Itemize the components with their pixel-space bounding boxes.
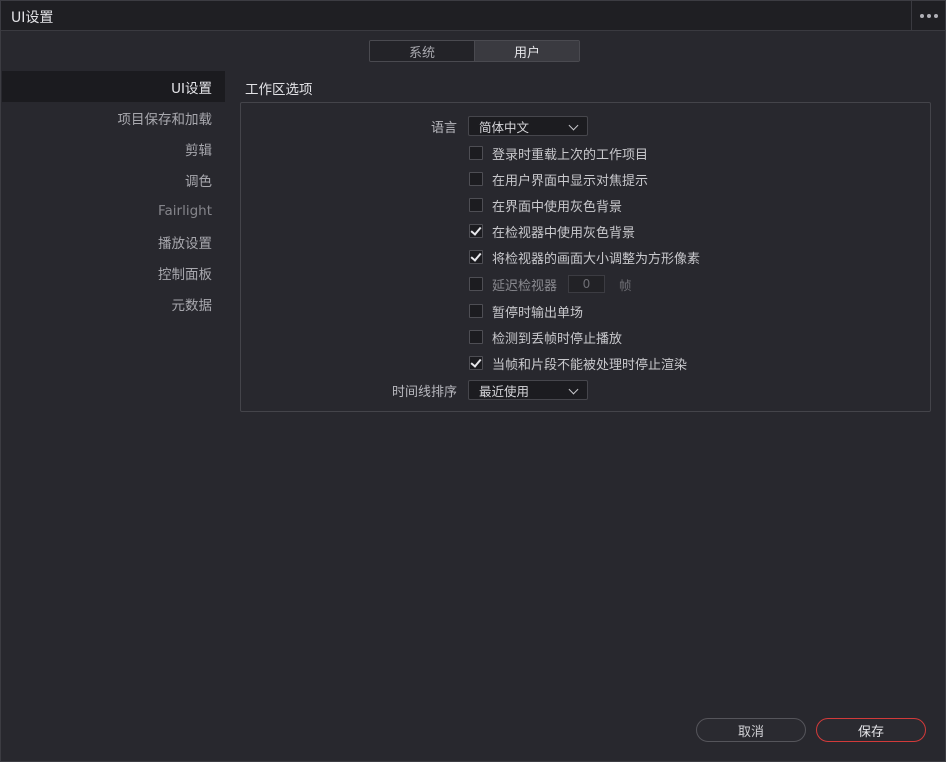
language-label: 语言 bbox=[430, 120, 457, 136]
save-button[interactable]: 保存 bbox=[816, 718, 926, 742]
option-label: 在检视器中使用灰色背景 bbox=[492, 225, 636, 241]
option-row: 暂停时输出单场 bbox=[241, 300, 930, 322]
option-checkbox[interactable] bbox=[469, 146, 483, 160]
option-row: 在用户界面中显示对焦提示 bbox=[241, 168, 930, 190]
chevron-down-icon bbox=[568, 384, 579, 395]
option-label: 暂停时输出单场 bbox=[492, 305, 584, 321]
option-row: 在检视器中使用灰色背景 bbox=[241, 220, 930, 242]
option-label: 当帧和片段不能被处理时停止渲染 bbox=[492, 357, 688, 373]
option-row: 登录时重载上次的工作项目 bbox=[241, 142, 930, 164]
option-label: 在界面中使用灰色背景 bbox=[492, 199, 623, 215]
settings-tab-switcher: 系统 用户 bbox=[369, 40, 580, 62]
sidebar-item-metadata[interactable]: 元数据 bbox=[2, 288, 225, 319]
option-checkbox[interactable] bbox=[469, 304, 483, 318]
option-checkbox[interactable] bbox=[469, 224, 483, 238]
chevron-down-icon bbox=[568, 120, 579, 131]
option-row-delay-viewer: 延迟检视器 0 帧 bbox=[241, 273, 930, 295]
option-row: 当帧和片段不能被处理时停止渲染 bbox=[241, 352, 930, 374]
sidebar-item-project-save-load[interactable]: 项目保存和加载 bbox=[2, 102, 225, 133]
option-checkbox[interactable] bbox=[469, 172, 483, 186]
option-row: 检测到丢帧时停止播放 bbox=[241, 326, 930, 348]
language-row: 语言 简体中文 bbox=[241, 115, 930, 137]
sidebar-item-ui-settings[interactable]: UI设置 bbox=[2, 71, 225, 102]
option-label: 检测到丢帧时停止播放 bbox=[492, 331, 623, 347]
workspace-section-title: 工作区选项 bbox=[245, 82, 313, 98]
timeline-sort-value: 最近使用 bbox=[479, 383, 530, 399]
option-row: 在界面中使用灰色背景 bbox=[241, 194, 930, 216]
frames-unit-label: 帧 bbox=[619, 277, 632, 293]
cancel-button[interactable]: 取消 bbox=[696, 718, 806, 742]
option-label: 在用户界面中显示对焦提示 bbox=[492, 173, 649, 189]
language-value: 简体中文 bbox=[479, 119, 530, 135]
settings-sidebar: UI设置 项目保存和加载 剪辑 调色 Fairlight 播放设置 控制面板 元… bbox=[2, 71, 225, 319]
ui-settings-window: UI设置 系统 用户 UI设置 项目保存和加载 剪辑 调色 Fairlight … bbox=[0, 0, 946, 762]
option-label: 登录时重载上次的工作项目 bbox=[492, 147, 649, 163]
timeline-sort-row: 时间线排序 最近使用 bbox=[241, 379, 930, 401]
tab-system[interactable]: 系统 bbox=[370, 41, 474, 61]
option-row: 将检视器的画面大小调整为方形像素 bbox=[241, 246, 930, 268]
sidebar-item-edit[interactable]: 剪辑 bbox=[2, 133, 225, 164]
option-checkbox[interactable] bbox=[469, 277, 483, 291]
sidebar-item-playback[interactable]: 播放设置 bbox=[2, 226, 225, 257]
sidebar-item-color[interactable]: 调色 bbox=[2, 164, 225, 195]
option-checkbox[interactable] bbox=[469, 198, 483, 212]
language-dropdown[interactable]: 简体中文 bbox=[468, 116, 588, 136]
option-checkbox[interactable] bbox=[469, 356, 483, 370]
sidebar-item-control-panels[interactable]: 控制面板 bbox=[2, 257, 225, 288]
timeline-sort-label: 时间线排序 bbox=[391, 384, 457, 400]
workspace-options-panel: 语言 简体中文 登录时重载上次的工作项目 在用户界面中显示对焦提示 在界面中使用… bbox=[240, 102, 931, 412]
window-title: UI设置 bbox=[11, 10, 54, 26]
more-options-icon[interactable] bbox=[911, 1, 945, 31]
timeline-sort-dropdown[interactable]: 最近使用 bbox=[468, 380, 588, 400]
sidebar-item-fairlight[interactable]: Fairlight bbox=[2, 195, 225, 226]
title-bar: UI设置 bbox=[1, 1, 945, 31]
option-checkbox[interactable] bbox=[469, 330, 483, 344]
option-label: 延迟检视器 bbox=[492, 278, 558, 294]
delay-frames-field[interactable]: 0 bbox=[568, 275, 605, 293]
tab-user[interactable]: 用户 bbox=[474, 41, 579, 61]
option-checkbox[interactable] bbox=[469, 250, 483, 264]
option-label: 将检视器的画面大小调整为方形像素 bbox=[492, 251, 701, 267]
